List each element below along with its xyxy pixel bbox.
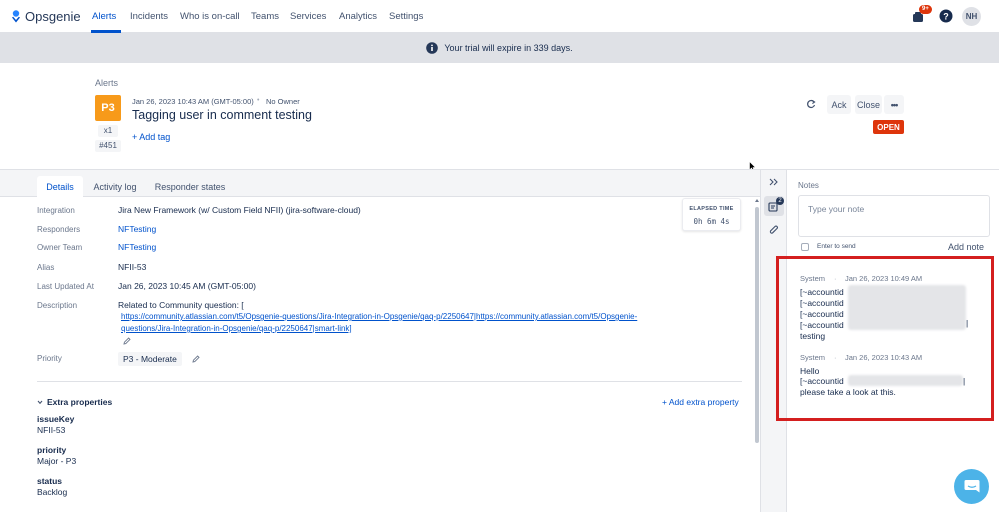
priority-badge: P3 xyxy=(95,95,121,121)
elapsed-hours: 0h xyxy=(693,217,703,226)
chevron-down-icon[interactable] xyxy=(37,399,43,405)
edit-priority-icon[interactable] xyxy=(192,355,200,363)
extra-prop-key: priority xyxy=(37,445,67,455)
nav-alerts[interactable]: Alerts xyxy=(92,11,116,22)
refresh-icon[interactable] xyxy=(806,99,816,109)
last-updated-label: Last Updated At xyxy=(37,282,94,291)
attachment-icon[interactable] xyxy=(769,225,779,236)
ack-button[interactable]: Ack xyxy=(827,95,851,114)
edit-description-icon[interactable] xyxy=(123,337,131,345)
help-button[interactable]: ? xyxy=(939,9,954,24)
extra-prop-key: issueKey xyxy=(37,414,75,424)
enter-to-send-label: Enter to send xyxy=(817,243,856,250)
extra-prop-key: status xyxy=(37,476,63,486)
last-updated-value: Jan 26, 2023 10:45 AM (GMT-05:00) xyxy=(118,281,256,291)
add-tag-button[interactable]: + Add tag xyxy=(132,132,170,142)
description-text: Related to Community question: [ xyxy=(118,300,244,310)
collapse-panel-icon[interactable] xyxy=(769,178,779,186)
more-actions-button[interactable]: ••• xyxy=(884,95,904,114)
responders-value[interactable]: NFTesting xyxy=(118,224,156,234)
integration-value: Jira New Framework (w/ Custom Field NFII… xyxy=(118,205,361,215)
notes-count-badge: 2 xyxy=(776,197,784,205)
notes-title: Notes xyxy=(798,181,819,190)
description-link[interactable]: https://community.atlassian.com/t5/Opsge… xyxy=(121,312,637,321)
nav-services[interactable]: Services xyxy=(290,11,326,22)
nav-teams[interactable]: Teams xyxy=(251,11,279,22)
notifications-button[interactable]: 9+ xyxy=(911,5,932,24)
section-divider xyxy=(37,381,742,382)
nav-analytics[interactable]: Analytics xyxy=(339,11,377,22)
alert-created-date: Jan 26, 2023 10:43 AM (GMT-05:00) xyxy=(132,97,254,106)
description-link-continued[interactable]: questions/Jira-Integration-in-Opsgenie/q… xyxy=(121,324,352,333)
trial-banner: Your trial will expire in 339 days. xyxy=(0,33,999,63)
alert-count: x1 xyxy=(98,125,118,137)
owner-team-value[interactable]: NFTesting xyxy=(118,242,156,252)
extra-prop-value: Backlog xyxy=(37,487,68,497)
extra-prop-value: Major - P3 xyxy=(37,456,77,466)
enter-to-send-checkbox[interactable] xyxy=(801,243,809,251)
notification-count-badge: 9+ xyxy=(919,5,932,14)
add-extra-property-button[interactable]: + Add extra property xyxy=(662,397,739,407)
tab-activity-log[interactable]: Activity log xyxy=(88,176,142,197)
elapsed-minutes: 6m xyxy=(706,217,717,226)
alert-owner[interactable]: No Owner xyxy=(266,97,300,106)
priority-value[interactable]: P3 - Moderate xyxy=(118,352,182,366)
brand-name: Opsgenie xyxy=(25,9,81,24)
svg-text:?: ? xyxy=(943,12,949,22)
tab-responder-states[interactable]: Responder states xyxy=(150,176,230,197)
alias-value: NFII-53 xyxy=(118,262,147,272)
elapsed-seconds: 4s xyxy=(720,217,730,226)
owner-team-label: Owner Team xyxy=(37,243,83,252)
highlight-annotation xyxy=(776,256,994,421)
nav-who-is-on-call[interactable]: Who is on-call xyxy=(180,11,240,22)
avatar[interactable]: NH xyxy=(962,7,981,26)
status-badge: OPEN xyxy=(873,120,904,134)
note-input[interactable]: Type your note xyxy=(798,195,990,237)
chat-icon xyxy=(964,480,979,493)
alert-title: Tagging user in comment testing xyxy=(132,108,312,122)
nav-settings[interactable]: Settings xyxy=(389,11,423,22)
add-note-button[interactable]: Add note xyxy=(948,242,984,252)
info-icon xyxy=(426,42,439,54)
tab-details[interactable]: Details xyxy=(37,176,83,197)
opsgenie-logo-icon xyxy=(12,10,20,23)
top-navigation: Opsgenie Alerts Incidents Who is on-call… xyxy=(0,0,999,33)
close-button[interactable]: Close xyxy=(855,95,882,114)
elapsed-time-label: ELAPSED TIME xyxy=(689,206,734,212)
opsgenie-logo[interactable]: Opsgenie xyxy=(11,9,81,24)
notes-tab-button[interactable]: 2 xyxy=(764,196,784,216)
alias-label: Alias xyxy=(37,263,55,272)
nav-incidents[interactable]: Incidents xyxy=(130,11,168,22)
elapsed-time-card: ELAPSED TIME 0h 6m 4s xyxy=(682,198,741,231)
integration-label: Integration xyxy=(37,206,75,215)
chat-widget-button[interactable] xyxy=(954,469,989,504)
extra-properties-title[interactable]: Extra properties xyxy=(47,397,112,407)
extra-prop-value: NFII-53 xyxy=(37,425,66,435)
alert-number: #451 xyxy=(95,140,121,152)
responders-label: Responders xyxy=(37,225,81,234)
breadcrumb[interactable]: Alerts xyxy=(95,78,118,88)
priority-label: Priority xyxy=(37,354,62,363)
help-icon: ? xyxy=(939,9,953,23)
trial-message: Your trial will expire in 339 days. xyxy=(444,43,573,53)
meta-separator: • xyxy=(257,97,260,104)
description-label: Description xyxy=(37,301,78,310)
